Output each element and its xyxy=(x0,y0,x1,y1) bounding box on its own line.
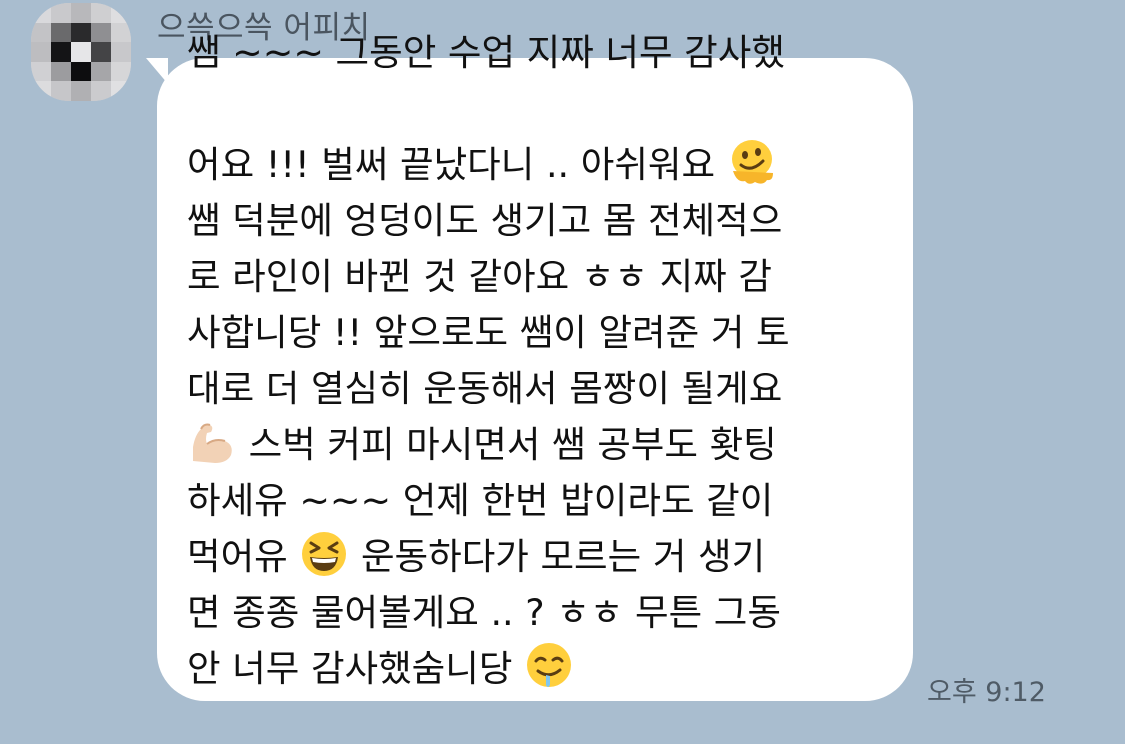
message-text: 어요 !!! 벌써 끝났다니 .. 아쉬워요 xyxy=(187,143,716,186)
melting-face-emoji xyxy=(727,137,777,187)
message-text: 운동하다가 모르는 거 생기 xyxy=(360,535,766,578)
pixelated-avatar-icon xyxy=(31,3,131,101)
message-line: 쌤 ~~~ 그동안 수업 지짜 너무 감사했 xyxy=(187,25,785,81)
message-line: 쌤 덕분에 엉덩이도 생기고 몸 전체적으 xyxy=(187,193,782,249)
message-text: 하세유 ~~~ 언제 한번 밥이라도 같이 xyxy=(187,479,774,522)
grinning-squinting-face-emoji xyxy=(299,529,349,579)
sender-avatar[interactable] xyxy=(31,3,131,101)
message-text: 로 라인이 바뀐 것 같아요 ㅎㅎ 지짜 감 xyxy=(187,255,772,298)
message-line: 하세유 ~~~ 언제 한번 밥이라도 같이 xyxy=(187,473,773,529)
message-text: 먹어유 xyxy=(187,535,288,578)
message-text: 쌤 ~~~ 그동안 수업 지짜 너무 감사했 xyxy=(187,31,785,74)
message-line: 안 너무 감사했숨니당 xyxy=(187,641,574,697)
message-text: 스벅 커피 마시면서 쌤 공부도 홧팅 xyxy=(237,423,777,466)
message-text: 사합니당 !! 앞으로도 쌤이 알려준 거 토 xyxy=(187,311,790,354)
message-text: 쌤 덕분에 엉덩이도 생기고 몸 전체적으 xyxy=(187,199,783,242)
message-line: 먹어유 운동하다가 모르는 거 생기 xyxy=(187,529,765,585)
message-line: 사합니당 !! 앞으로도 쌤이 알려준 거 토 xyxy=(187,305,790,361)
message-text: 안 너무 감사했숨니당 xyxy=(187,647,513,690)
drooling-face-emoji xyxy=(524,641,574,691)
message-bubble[interactable]: 쌤 ~~~ 그동안 수업 지짜 너무 감사했 어요 !!! 벌써 끝났다니 ..… xyxy=(157,31,913,701)
message-line: 로 라인이 바뀐 것 같아요 ㅎㅎ 지짜 감 xyxy=(187,249,772,305)
message-text: 면 종종 물어볼게요 .. ? ㅎㅎ 무튼 그동 xyxy=(187,591,781,634)
message-line: 스벅 커피 마시면서 쌤 공부도 홧팅 xyxy=(187,417,777,473)
flexed-biceps-emoji xyxy=(187,417,237,467)
message-text: 대로 더 열심히 운동해서 몸짱이 될게요 xyxy=(187,367,783,410)
message-line: 어요 !!! 벌써 끝났다니 .. 아쉬워요 xyxy=(187,137,777,193)
message-line: 면 종종 물어볼게요 .. ? ㅎㅎ 무튼 그동 xyxy=(187,585,781,641)
message-line: 대로 더 열심히 운동해서 몸짱이 될게요 xyxy=(187,361,782,417)
message-timestamp: 오후 9:12 xyxy=(927,677,1046,708)
